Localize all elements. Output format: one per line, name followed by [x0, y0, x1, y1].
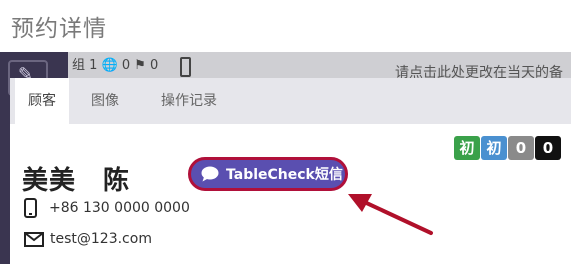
- screenshot-stage: 预约详情 ✎ 组 1 🌐 0 ⚑ 0 请点击此处更改在当天的备 顾客 图像 操作…: [0, 0, 571, 264]
- red-arrow-icon: [348, 194, 433, 235]
